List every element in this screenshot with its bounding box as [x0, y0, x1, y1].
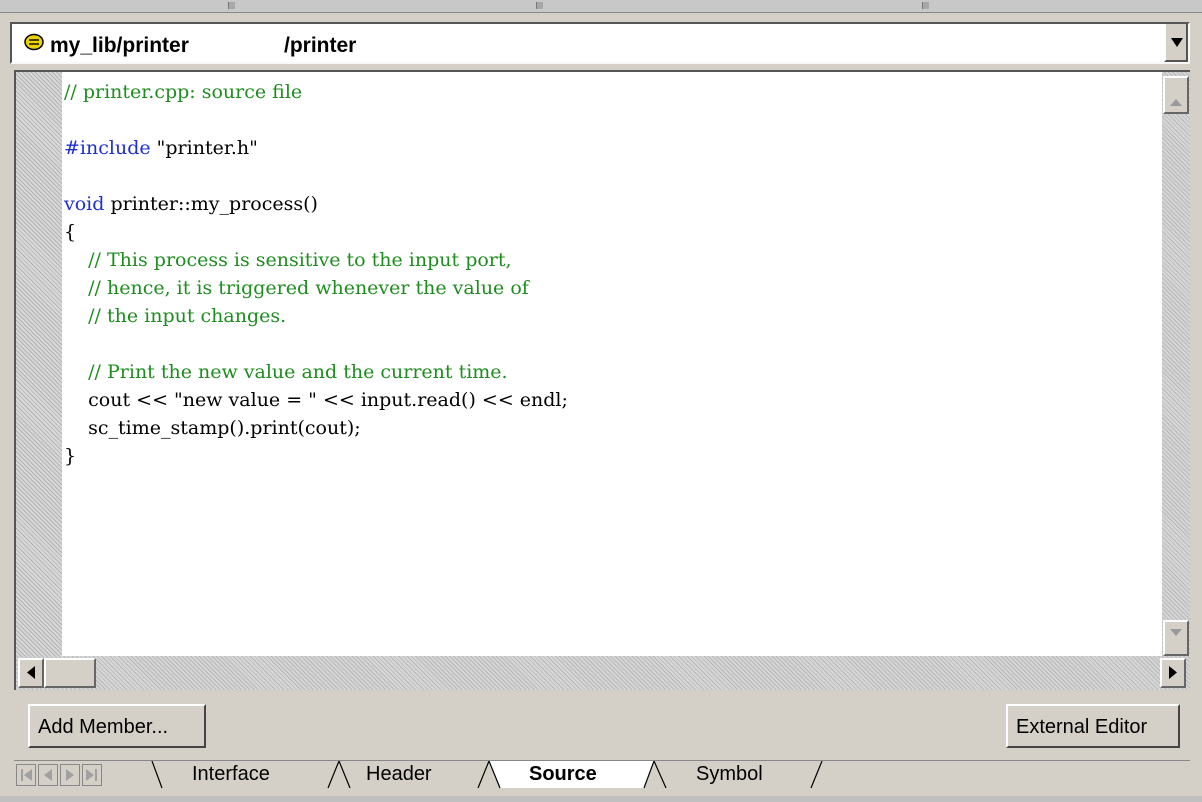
last-icon: [86, 769, 97, 781]
tab-source[interactable]: Source: [529, 761, 629, 789]
horizontal-scrollbar[interactable]: [16, 656, 1190, 690]
code-keyword: #include: [64, 137, 151, 159]
tab-prev-button[interactable]: [38, 764, 58, 786]
code-keyword: void: [64, 193, 105, 215]
tab-label: Symbol: [696, 763, 763, 785]
code-editor[interactable]: // printer.cpp: source file #include "pri…: [14, 70, 1190, 690]
scroll-down-button[interactable]: [1163, 620, 1189, 656]
vertical-scrollbar[interactable]: [1162, 72, 1190, 656]
code-line: sc_time_stamp().print(cout);: [64, 417, 361, 439]
tab-label: Interface: [192, 763, 270, 785]
library-path: my_lib/printer: [50, 34, 189, 57]
scroll-thumb[interactable]: [44, 658, 96, 688]
code-text-fragment: printer::my_process(): [110, 193, 318, 215]
chevron-down-icon: [1171, 38, 1183, 47]
code-line: cout << "new value = " << input.read() <…: [64, 389, 568, 411]
code-line: // hence, it is triggered whenever the v…: [64, 277, 529, 299]
add-member-button[interactable]: Add Member...: [28, 704, 206, 748]
chevron-up-icon: [1170, 99, 1182, 106]
tab-first-button[interactable]: [16, 764, 36, 786]
window-bottom-edge: [0, 796, 1202, 802]
tab-label: Source: [529, 763, 597, 785]
code-line: void printer::my_process(): [64, 190, 568, 218]
code-line: // Print the new value and the current t…: [64, 361, 508, 383]
lib-bullet-icon: [24, 33, 44, 51]
scroll-thumb[interactable]: [1163, 76, 1189, 114]
tab-symbol[interactable]: Symbol: [696, 761, 796, 789]
editor-gutter: [16, 72, 62, 656]
tab-next-button[interactable]: [60, 764, 80, 786]
path-dropdown-button[interactable]: [1164, 24, 1188, 62]
path-bar[interactable]: my_lib/printer /printer: [10, 22, 1190, 64]
scroll-left-button[interactable]: [18, 658, 44, 688]
ruler-marker: [228, 2, 235, 9]
first-icon: [21, 769, 32, 781]
code-line: }: [64, 445, 77, 467]
previous-icon: [44, 769, 52, 781]
tab-interface[interactable]: Interface: [192, 761, 312, 789]
chevron-down-icon: [1170, 629, 1182, 636]
tab-last-button[interactable]: [82, 764, 102, 786]
code-text[interactable]: // printer.cpp: source file #include "pri…: [64, 78, 568, 470]
code-text-fragment: "printer.h": [156, 137, 258, 159]
code-line: // This process is sensitive to the inpu…: [64, 249, 512, 271]
code-line: {: [64, 221, 77, 243]
scroll-right-button[interactable]: [1160, 658, 1186, 688]
code-line: // printer.cpp: source file: [64, 81, 303, 103]
ruler-marker: [536, 2, 543, 9]
chevron-right-icon: [1169, 666, 1177, 679]
tab-strip: Interface Header Source Symbol: [14, 760, 1190, 789]
external-editor-button[interactable]: External Editor: [1006, 704, 1180, 748]
code-line: #include "printer.h": [64, 134, 568, 162]
ruler-strip: [0, 0, 1202, 13]
ruler-marker: [922, 2, 929, 9]
code-line: // the input changes.: [64, 305, 287, 327]
tab-header[interactable]: Header: [366, 761, 466, 789]
chevron-left-icon: [27, 666, 35, 679]
tab-label: Header: [366, 763, 432, 785]
next-icon: [66, 769, 74, 781]
module-path: /printer: [284, 34, 357, 57]
